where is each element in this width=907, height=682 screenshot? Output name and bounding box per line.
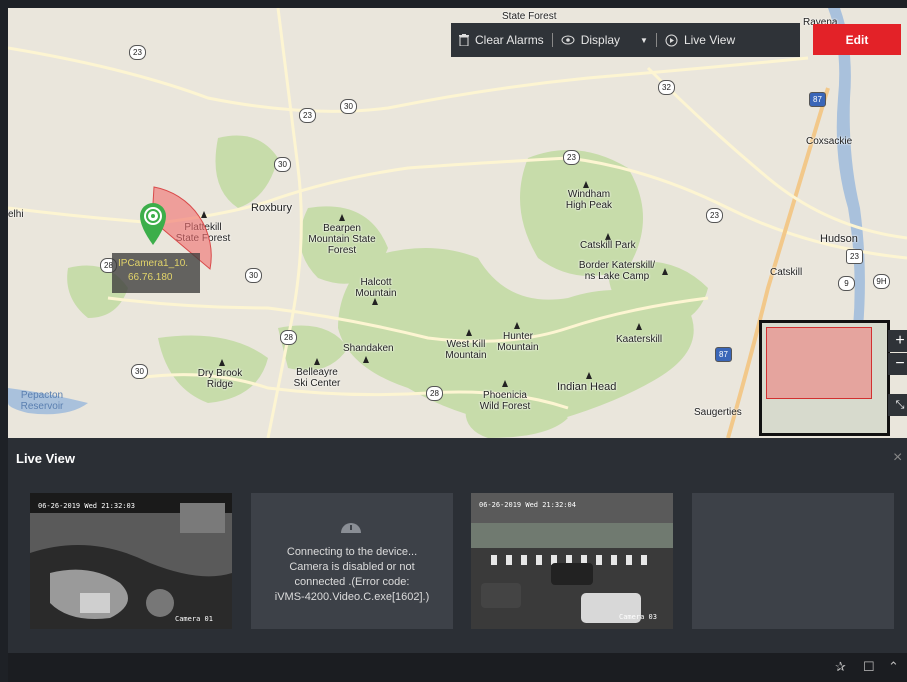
route-shield: 87 <box>809 92 826 107</box>
osd-timestamp: 06-26-2019 Wed 21:32:03 <box>38 502 135 510</box>
close-icon[interactable]: × <box>893 449 902 467</box>
place-label: Catskill Park <box>580 240 636 251</box>
place-label: Bearpen Mountain State Forest <box>308 223 376 256</box>
place-label: Saugerties <box>694 407 742 418</box>
clear-alarms-label: Clear Alarms <box>475 33 544 47</box>
route-shield: 30 <box>131 364 148 379</box>
route-shield: 30 <box>245 268 262 283</box>
place-label: Roxbury <box>251 202 292 214</box>
route-shield: 23 <box>706 208 723 223</box>
camera-name-label: IPCamera1_10. 66.76.180 <box>112 253 200 293</box>
play-circle-icon <box>665 34 678 46</box>
caret-down-icon[interactable]: ▼ <box>640 36 648 45</box>
forest-icon <box>605 233 611 240</box>
overview-minimap[interactable] <box>759 320 890 436</box>
camera-label-line1: IPCamera1_10. <box>118 258 189 269</box>
camera-marker-icon[interactable] <box>136 199 170 247</box>
live-view-label: Live View <box>683 33 736 47</box>
route-shield: 9H <box>873 274 890 289</box>
place-label: elhi <box>8 209 24 220</box>
place-label: Hudson <box>820 233 858 245</box>
collapse-arrows-icon[interactable]: ⤡ <box>888 394 907 416</box>
window-icon[interactable]: ☐ <box>863 659 875 675</box>
place-label: Windham High Peak <box>565 189 613 211</box>
route-shield: 23 <box>299 108 316 123</box>
forest-icon <box>514 322 520 329</box>
edit-button[interactable]: Edit <box>813 24 901 55</box>
forest-icon <box>636 323 642 330</box>
camera-feed-image <box>471 493 673 629</box>
live-view-title: Live View <box>16 451 76 466</box>
live-view-button[interactable]: Live View <box>657 33 743 47</box>
error-message: Connecting to the device... Camera is di… <box>251 545 453 605</box>
route-shield: 30 <box>340 99 357 114</box>
error-line: iVMS-4200.Video.C.exe[1602].) <box>274 591 430 603</box>
place-label: Pepacton Reservoir <box>20 390 64 412</box>
zoom-in-button[interactable]: + <box>888 330 907 352</box>
forest-icon <box>466 329 472 336</box>
route-shield: 23 <box>129 45 146 60</box>
place-label: Shandaken <box>343 343 394 354</box>
video-tile-empty[interactable] <box>692 493 894 629</box>
forest-icon <box>339 214 345 221</box>
place-label: Coxsackie <box>806 136 853 147</box>
error-line: connected .(Error code: <box>294 576 410 588</box>
forest-icon <box>219 359 225 366</box>
collapse-up-icon[interactable]: ⌃ <box>888 659 899 675</box>
route-shield: 23 <box>846 249 863 264</box>
route-shield: 9 <box>838 276 855 291</box>
map-view[interactable]: State Forest Ravena Coxsackie Hudson Cat… <box>8 8 907 438</box>
video-tile[interactable]: 06-26-2019 Wed 21:32:03 Camera 01 <box>30 493 232 629</box>
forest-icon <box>372 298 378 305</box>
route-shield: 30 <box>274 157 291 172</box>
forest-icon <box>363 356 369 363</box>
place-label: Indian Head <box>557 381 617 393</box>
map-toolbar: Clear Alarms Display ▼ Live View <box>451 23 800 57</box>
video-tile[interactable]: 06-26-2019 Wed 21:32:04 Camera 03 <box>471 493 673 629</box>
camera-disabled-icon <box>341 523 361 533</box>
route-shield: 28 <box>426 386 443 401</box>
place-label: State Forest <box>502 11 557 22</box>
place-label: Phoenicia Wild Forest <box>479 390 531 412</box>
bottom-bar: ✰ ☐ ⌃ <box>8 653 907 682</box>
place-label: Belleayre Ski Center <box>293 367 341 389</box>
osd-camera-name: Camera 03 <box>619 613 657 621</box>
eye-icon <box>561 35 575 45</box>
place-label: Halcott Mountain <box>355 277 397 299</box>
route-shield: 32 <box>658 80 675 95</box>
display-label: Display <box>580 33 621 47</box>
place-label: Catskill <box>770 267 803 278</box>
zoom-out-button[interactable]: − <box>888 353 907 375</box>
camera-feed-image <box>30 493 232 629</box>
live-view-panel: Live View × 06-26-2019 Wed 21:32:03 Came… <box>8 438 907 653</box>
display-button[interactable]: Display ▼ <box>553 33 656 47</box>
route-shield: 87 <box>715 347 732 362</box>
osd-timestamp: 06-26-2019 Wed 21:32:04 <box>479 501 576 509</box>
place-label: West Kill Mountain <box>445 339 487 361</box>
forest-icon <box>502 380 508 387</box>
video-tile-error[interactable]: Connecting to the device... Camera is di… <box>251 493 453 629</box>
route-shield: 28 <box>280 330 297 345</box>
forest-icon <box>662 268 668 275</box>
forest-icon <box>586 372 592 379</box>
trash-icon <box>459 34 469 46</box>
clear-alarms-button[interactable]: Clear Alarms <box>451 33 552 47</box>
forest-icon <box>314 358 320 365</box>
place-label: Dry Brook Ridge <box>197 368 243 390</box>
camera-label-line2: 66.76.180 <box>128 272 173 283</box>
place-label: Hunter Mountain <box>497 331 539 353</box>
osd-camera-name: Camera 01 <box>175 615 213 623</box>
overview-viewport[interactable] <box>766 327 872 399</box>
place-label: Border Katerskill/ ns Lake Camp <box>578 260 656 282</box>
error-line: Camera is disabled or not <box>289 561 415 573</box>
route-shield: 23 <box>563 150 580 165</box>
error-line: Connecting to the device... <box>286 546 418 558</box>
pin-icon[interactable]: ✰ <box>835 659 846 675</box>
place-label: Kaaterskill <box>616 334 663 345</box>
forest-icon <box>583 181 589 188</box>
